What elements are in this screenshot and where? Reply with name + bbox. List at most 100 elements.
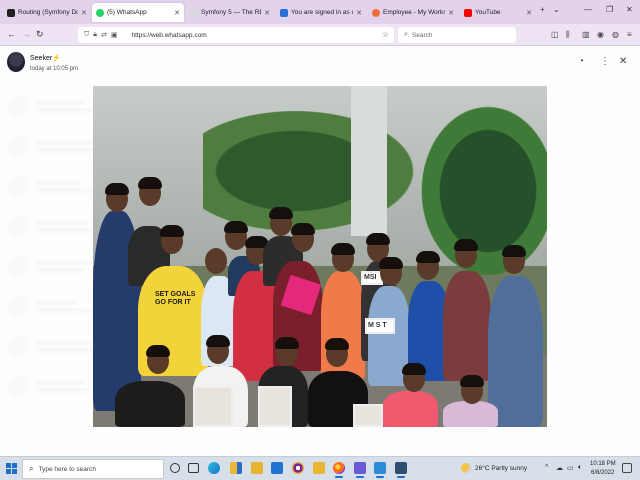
close-tab-icon[interactable]: ✕ — [174, 9, 180, 17]
menu-icon[interactable]: ≡ — [627, 30, 632, 39]
letter-e-cutout — [193, 386, 233, 427]
task-view-icon[interactable] — [188, 463, 199, 473]
person-hair — [138, 177, 162, 189]
taskbar-search-input[interactable]: ⌕ Type here to search — [22, 459, 164, 479]
weather-text[interactable]: 26°C Partly sunny — [475, 465, 527, 472]
store-icon[interactable] — [230, 462, 242, 474]
tab-employee-workspace[interactable]: Employee - My Workspace ✕ — [368, 3, 458, 22]
person-hair — [366, 233, 390, 245]
more-options-icon[interactable]: ⋮ — [600, 56, 610, 67]
reload-icon[interactable]: ↻ — [36, 29, 44, 40]
close-tab-icon[interactable]: ✕ — [526, 9, 532, 17]
sender-name[interactable]: Seeker⚡ — [30, 54, 61, 62]
shared-photo[interactable]: SET GOALS GO FOR IT MSI M S T — [93, 86, 547, 427]
person-hair — [146, 345, 170, 357]
sender-avatar[interactable] — [7, 52, 25, 72]
shield-icon[interactable]: ⛉ — [84, 31, 89, 39]
close-tab-icon[interactable]: ✕ — [264, 9, 270, 17]
clock-time[interactable]: 10:18 PM — [590, 461, 616, 467]
close-icon[interactable]: ✕ — [619, 56, 627, 67]
person-hair — [224, 221, 248, 233]
maximize-icon[interactable]: ❐ — [606, 5, 613, 14]
windows-start-icon[interactable] — [6, 463, 17, 474]
vscode-icon[interactable] — [374, 462, 386, 478]
symfony-favicon-icon — [7, 8, 15, 17]
clock-date[interactable]: 6/8/2022 — [591, 470, 614, 476]
volume-icon[interactable]: 🔈︎ — [578, 464, 582, 472]
extension-icon[interactable]: ◍ — [612, 30, 619, 39]
search-placeholder: Search — [411, 31, 433, 39]
minimize-icon[interactable]: — — [584, 5, 592, 14]
tab-label: YouTube — [475, 9, 501, 16]
search-input[interactable]: ⌕ Search — [398, 27, 516, 43]
lock-icon[interactable]: 🔒︎ — [93, 31, 97, 39]
youtube-favicon-icon — [464, 8, 472, 17]
tab-youtube[interactable]: YouTube ✕ — [460, 3, 536, 22]
tab-label: You are signed in as ug18ec0 — [291, 9, 353, 16]
edge-icon[interactable] — [208, 462, 220, 474]
file-explorer-icon[interactable] — [313, 462, 325, 474]
message-timestamp: today at 10:05 pm — [30, 66, 79, 72]
person-hair — [460, 375, 484, 387]
tab-label: Routing (Symfony Docs) — [18, 9, 79, 16]
mail-icon[interactable] — [271, 462, 283, 474]
notification-center-icon[interactable] — [622, 463, 632, 473]
media-viewer-overlay: Seeker⚡ today at 10:05 pm ◔ ⋮ ✕ SET GOAL… — [0, 46, 640, 456]
app-icon[interactable] — [292, 462, 304, 474]
teams-icon[interactable] — [354, 462, 366, 478]
browser-tab-strip: Routing (Symfony Docs) ✕ (5) WhatsApp ✕ … — [0, 0, 640, 24]
forward-arrow-icon[interactable]: → — [22, 29, 31, 39]
navigation-toolbar: ← → ↻ ⛉ 🔒︎ ⇄ ▣ https://web.whatsapp.com … — [0, 24, 640, 46]
letter-e-cutout — [258, 386, 292, 427]
url-text: https://web.whatsapp.com — [131, 31, 207, 39]
search-icon: ⌕ — [404, 31, 408, 38]
tab-whatsapp[interactable]: (5) WhatsApp ✕ — [92, 3, 184, 22]
person-hair — [416, 251, 440, 263]
react-icon[interactable]: ◔ — [578, 56, 584, 67]
address-bar[interactable]: ⛉ 🔒︎ ⇄ ▣ https://web.whatsapp.com ☆ — [78, 27, 394, 43]
terminal-icon[interactable] — [395, 462, 407, 478]
s-favicon-icon — [280, 8, 288, 17]
account-icon[interactable]: ◉ — [597, 30, 604, 39]
permissions-icon[interactable]: ⇄ — [101, 31, 107, 39]
network-icon[interactable]: ▭ — [567, 464, 574, 472]
person-hair — [269, 207, 293, 219]
close-window-icon[interactable]: ✕ — [626, 5, 633, 14]
person-hair — [502, 245, 526, 257]
library-icon[interactable]: ⫼ — [566, 30, 570, 40]
page-favicon-icon — [190, 8, 198, 17]
tab-signed-in[interactable]: You are signed in as ug18ec0 ✕ — [276, 3, 366, 22]
tab-symfony-rest[interactable]: Symfony 5 — The REST, the CRUD ✕ — [186, 3, 274, 22]
close-tab-icon[interactable]: ✕ — [448, 9, 454, 17]
person-hair — [206, 335, 230, 347]
person-hair — [105, 183, 129, 195]
photo-palm-leaves — [203, 101, 433, 241]
person-hair — [291, 223, 315, 235]
taskbar-search-placeholder: Type here to search — [38, 465, 96, 473]
partly-sunny-icon[interactable] — [461, 463, 472, 474]
msi-sign-text: MSI — [364, 274, 377, 281]
show-hidden-icons-icon[interactable]: ^ — [545, 464, 548, 471]
person-hair — [402, 363, 426, 375]
close-tab-icon[interactable]: ✕ — [356, 9, 362, 17]
new-tab-button[interactable]: + — [540, 5, 545, 14]
person-hair — [331, 243, 355, 255]
pocket-icon[interactable]: ◫ — [551, 30, 559, 39]
windows-taskbar: ⌕ Type here to search 26°C Partly sunny … — [0, 456, 640, 480]
bookmark-star-icon[interactable]: ☆ — [382, 30, 389, 39]
sidebar-icon[interactable]: ▥ — [582, 30, 590, 39]
letter-e-cutout — [353, 404, 383, 427]
search-icon: ⌕ — [29, 464, 34, 473]
photo-pillar — [351, 86, 387, 236]
close-tab-icon[interactable]: ✕ — [81, 9, 87, 17]
back-arrow-icon[interactable]: ← — [7, 29, 16, 39]
tab-routing-symfony-docs[interactable]: Routing (Symfony Docs) ✕ — [3, 3, 91, 22]
cortana-icon[interactable] — [170, 463, 180, 473]
tab-label: Symfony 5 — The REST, the CRUD — [201, 9, 261, 16]
tab-list-icon[interactable]: ⌄ — [553, 5, 560, 14]
tshirt-slogan: SET GOALS GO FOR IT — [155, 291, 196, 306]
cloud-icon[interactable]: ☁ — [556, 464, 563, 472]
firefox-icon[interactable] — [333, 462, 345, 478]
media-permission-icon[interactable]: ▣ — [111, 31, 118, 39]
sticky-notes-icon[interactable] — [251, 462, 263, 474]
